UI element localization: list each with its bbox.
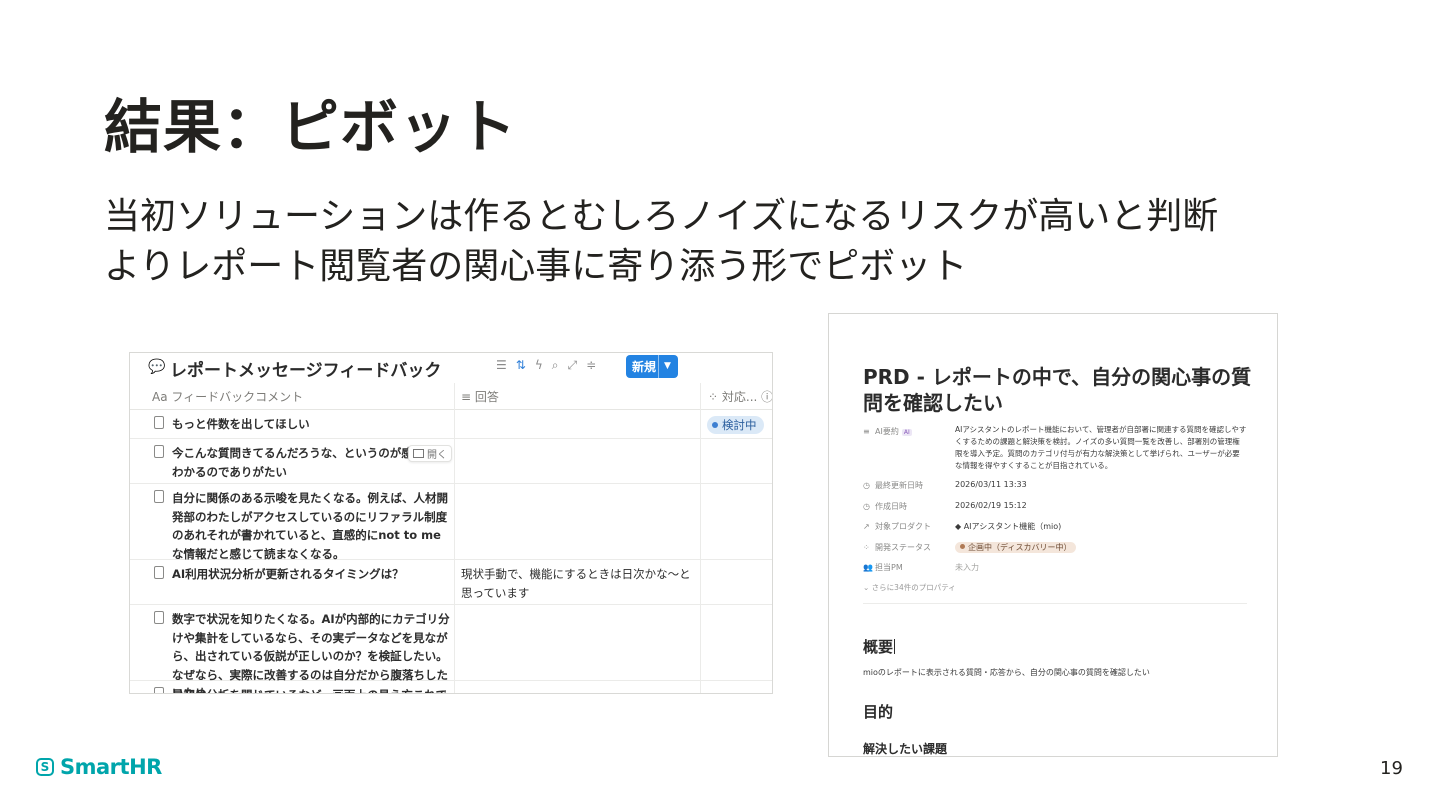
- expand-icon[interactable]: ⤢: [567, 358, 577, 373]
- property-value: 2026/02/19 15:12: [955, 501, 1027, 510]
- panel-icon: [413, 449, 424, 458]
- product-link: AIアシスタント機能（mio): [963, 522, 1062, 531]
- property-key: AI要約: [875, 427, 899, 436]
- table-row[interactable]: 自分に関係のある示唆を見たくなる。例えば、人材開発部のわたしがアクセスしているの…: [130, 484, 772, 561]
- answer-cell: 現状手動で、機能にするときは日次かな〜と思っています: [461, 567, 691, 600]
- open-button-label: 開く: [427, 450, 447, 461]
- column-headers: Aa フィードバックコメント ≡ 回答 ⁘ 対応... ⓘ: [130, 383, 773, 410]
- slide-body: 当初ソリューションは作るとむしろノイズになるリスクが高いと判断 よりレポート閲覧…: [104, 192, 1218, 292]
- property-key: 対象プロダクト: [875, 522, 931, 531]
- more-properties-toggle[interactable]: ⌄ さらに34件のプロパティ: [863, 582, 956, 593]
- chevron-down-icon[interactable]: ▼: [658, 355, 671, 378]
- database-title: レポートメッセージフィードバック: [170, 361, 442, 381]
- table-row[interactable]: 今こんな質問きてるんだろうな、というのが感覚的にわかるのでありがたい 開く: [130, 439, 772, 484]
- property-key: 作成日時: [875, 502, 907, 511]
- new-button[interactable]: 新規 ▼: [626, 355, 678, 378]
- product-icon: ◆: [955, 522, 964, 531]
- feedback-cell: 自分に関係のある示唆を見たくなる。例えば、人材開発部のわたしがアクセスしているの…: [172, 491, 448, 561]
- search-icon[interactable]: ⌕: [552, 358, 559, 373]
- prd-page-screenshot: PRD - レポートの中で、自分の関心事の質問を確認したい ≡ AI要約 AI AI…: [828, 313, 1278, 757]
- feedback-cell: AI利用状況分析が更新されるタイミングは？: [172, 567, 404, 581]
- clock-icon: ◷: [863, 502, 870, 511]
- property-pm[interactable]: 👥 担当PM: [863, 562, 903, 573]
- clock-icon: ◷: [863, 481, 870, 490]
- status-badge: 検討中: [707, 416, 764, 434]
- feedback-cell: もっと件数を出してほしい: [172, 417, 310, 431]
- property-key: 開発ステータス: [875, 543, 931, 552]
- smarthr-logo-mark: S: [36, 758, 54, 776]
- feedback-database-screenshot: 💬 レポートメッセージフィードバック ☰ ⇅ ϟ ⌕ ⤢ ≑ 新規 ▼ Aa フ…: [129, 352, 773, 694]
- body-line: 当初ソリューションは作るとむしろノイズになるリスクが高いと判断: [104, 196, 1219, 237]
- speech-bubble-icon: 💬: [148, 359, 166, 375]
- text-cursor: [894, 639, 896, 654]
- table-row[interactable]: AI利用状況分析が更新されるタイミングは？ 現状手動で、機能にするときは日次かな…: [130, 560, 772, 605]
- prd-title: PRD - レポートの中で、自分の関心事の質問を確認したい: [863, 365, 1252, 415]
- status-label: 検討中: [722, 418, 757, 432]
- page-icon: [154, 611, 164, 624]
- overview-heading[interactable]: 概要: [863, 636, 896, 657]
- property-value[interactable]: ◆ AIアシスタント機能（mio): [955, 521, 1061, 532]
- column-answer[interactable]: ≡ 回答: [461, 388, 499, 405]
- logo-text: SmartHR: [60, 755, 162, 779]
- property-value: 未入力: [955, 563, 979, 572]
- lines-icon: ≡: [461, 390, 472, 404]
- table-row[interactable]: 最初は分析を閉じているなど、画面上の見え方これでい: [130, 681, 772, 693]
- column-label: フィードバックコメント: [171, 390, 304, 404]
- ai-summary-text: AIアシスタントのレポート機能において、管理者が自部署に関連する質問を確認しやす…: [955, 425, 1247, 470]
- ai-badge: AI: [901, 429, 912, 436]
- column-status[interactable]: ⁘ 対応... ⓘ: [708, 388, 773, 405]
- status-icon: ⁘: [863, 543, 870, 552]
- new-button-label: 新規: [632, 360, 657, 374]
- people-icon: 👥: [863, 563, 873, 572]
- database-toolbar: ☰ ⇅ ϟ ⌕ ⤢ ≑: [496, 358, 596, 373]
- chevron-down-icon: ⌄: [863, 583, 872, 592]
- column-label: 回答: [474, 390, 499, 404]
- database-header: 💬 レポートメッセージフィードバック ☰ ⇅ ϟ ⌕ ⤢ ≑ 新規 ▼: [130, 353, 772, 383]
- sort-icon[interactable]: ⇅: [516, 358, 526, 373]
- page-icon: [154, 445, 164, 458]
- property-value: 企画中（ディスカバリー中）: [955, 542, 1077, 553]
- property-dev-status[interactable]: ⁘ 開発ステータス: [863, 542, 931, 553]
- slide-title: 結果：ピボット: [104, 93, 518, 161]
- property-value: 2026/03/11 13:33: [955, 480, 1027, 489]
- page-number: 19: [1380, 758, 1403, 779]
- body-line: よりレポート閲覧者の関心事に寄り添う形でピボット: [104, 246, 968, 287]
- relation-arrow-icon: ↗: [863, 522, 870, 531]
- table-row[interactable]: 数字で状況を知りたくなる。AIが内部的にカテゴリ分けや集計をしているなら、その実…: [130, 605, 772, 693]
- info-icon: ⓘ: [761, 390, 773, 404]
- property-ai-summary[interactable]: ≡ AI要約 AI: [863, 426, 912, 437]
- smarthr-logo: S SmartHR: [36, 755, 162, 779]
- page-icon: [154, 416, 164, 429]
- text-type-icon: Aa: [152, 390, 168, 404]
- page-icon: [154, 490, 164, 503]
- settings-icon[interactable]: ≑: [586, 358, 596, 373]
- more-properties-label: さらに34件のプロパティ: [871, 583, 956, 592]
- open-button[interactable]: 開く: [408, 445, 452, 462]
- divider: [863, 603, 1247, 604]
- page-icon: [154, 687, 164, 693]
- column-feedback[interactable]: Aa フィードバックコメント: [152, 388, 303, 405]
- page-icon: [154, 566, 164, 579]
- overview-text: mioのレポートに表示される質問・応答から、自分の関心事の質問を確認したい: [863, 668, 1150, 677]
- property-target-product[interactable]: ↗ 対象プロダクト: [863, 521, 931, 532]
- feedback-cell: 最初は分析を閉じているなど、画面上の見え方これでい: [172, 686, 452, 693]
- table-row[interactable]: もっと件数を出してほしい 検討中: [130, 410, 772, 439]
- status-label: 企画中（ディスカバリー中）: [968, 543, 1072, 552]
- status-icon: ⁘: [708, 390, 719, 404]
- filter-icon[interactable]: ☰: [496, 358, 507, 373]
- property-key: 最終更新日時: [875, 481, 923, 490]
- lines-icon: ≡: [863, 427, 870, 436]
- property-key: 担当PM: [875, 563, 903, 572]
- status-badge: 企画中（ディスカバリー中）: [955, 542, 1077, 553]
- goal-heading: 目的: [863, 703, 894, 721]
- issue-heading: 解決したい課題: [863, 742, 948, 756]
- property-last-updated[interactable]: ◷ 最終更新日時: [863, 480, 923, 491]
- overview-heading-text: 概要: [863, 638, 894, 656]
- property-created[interactable]: ◷ 作成日時: [863, 501, 907, 512]
- column-label: 対応...: [721, 390, 758, 404]
- lightning-icon[interactable]: ϟ: [535, 358, 543, 373]
